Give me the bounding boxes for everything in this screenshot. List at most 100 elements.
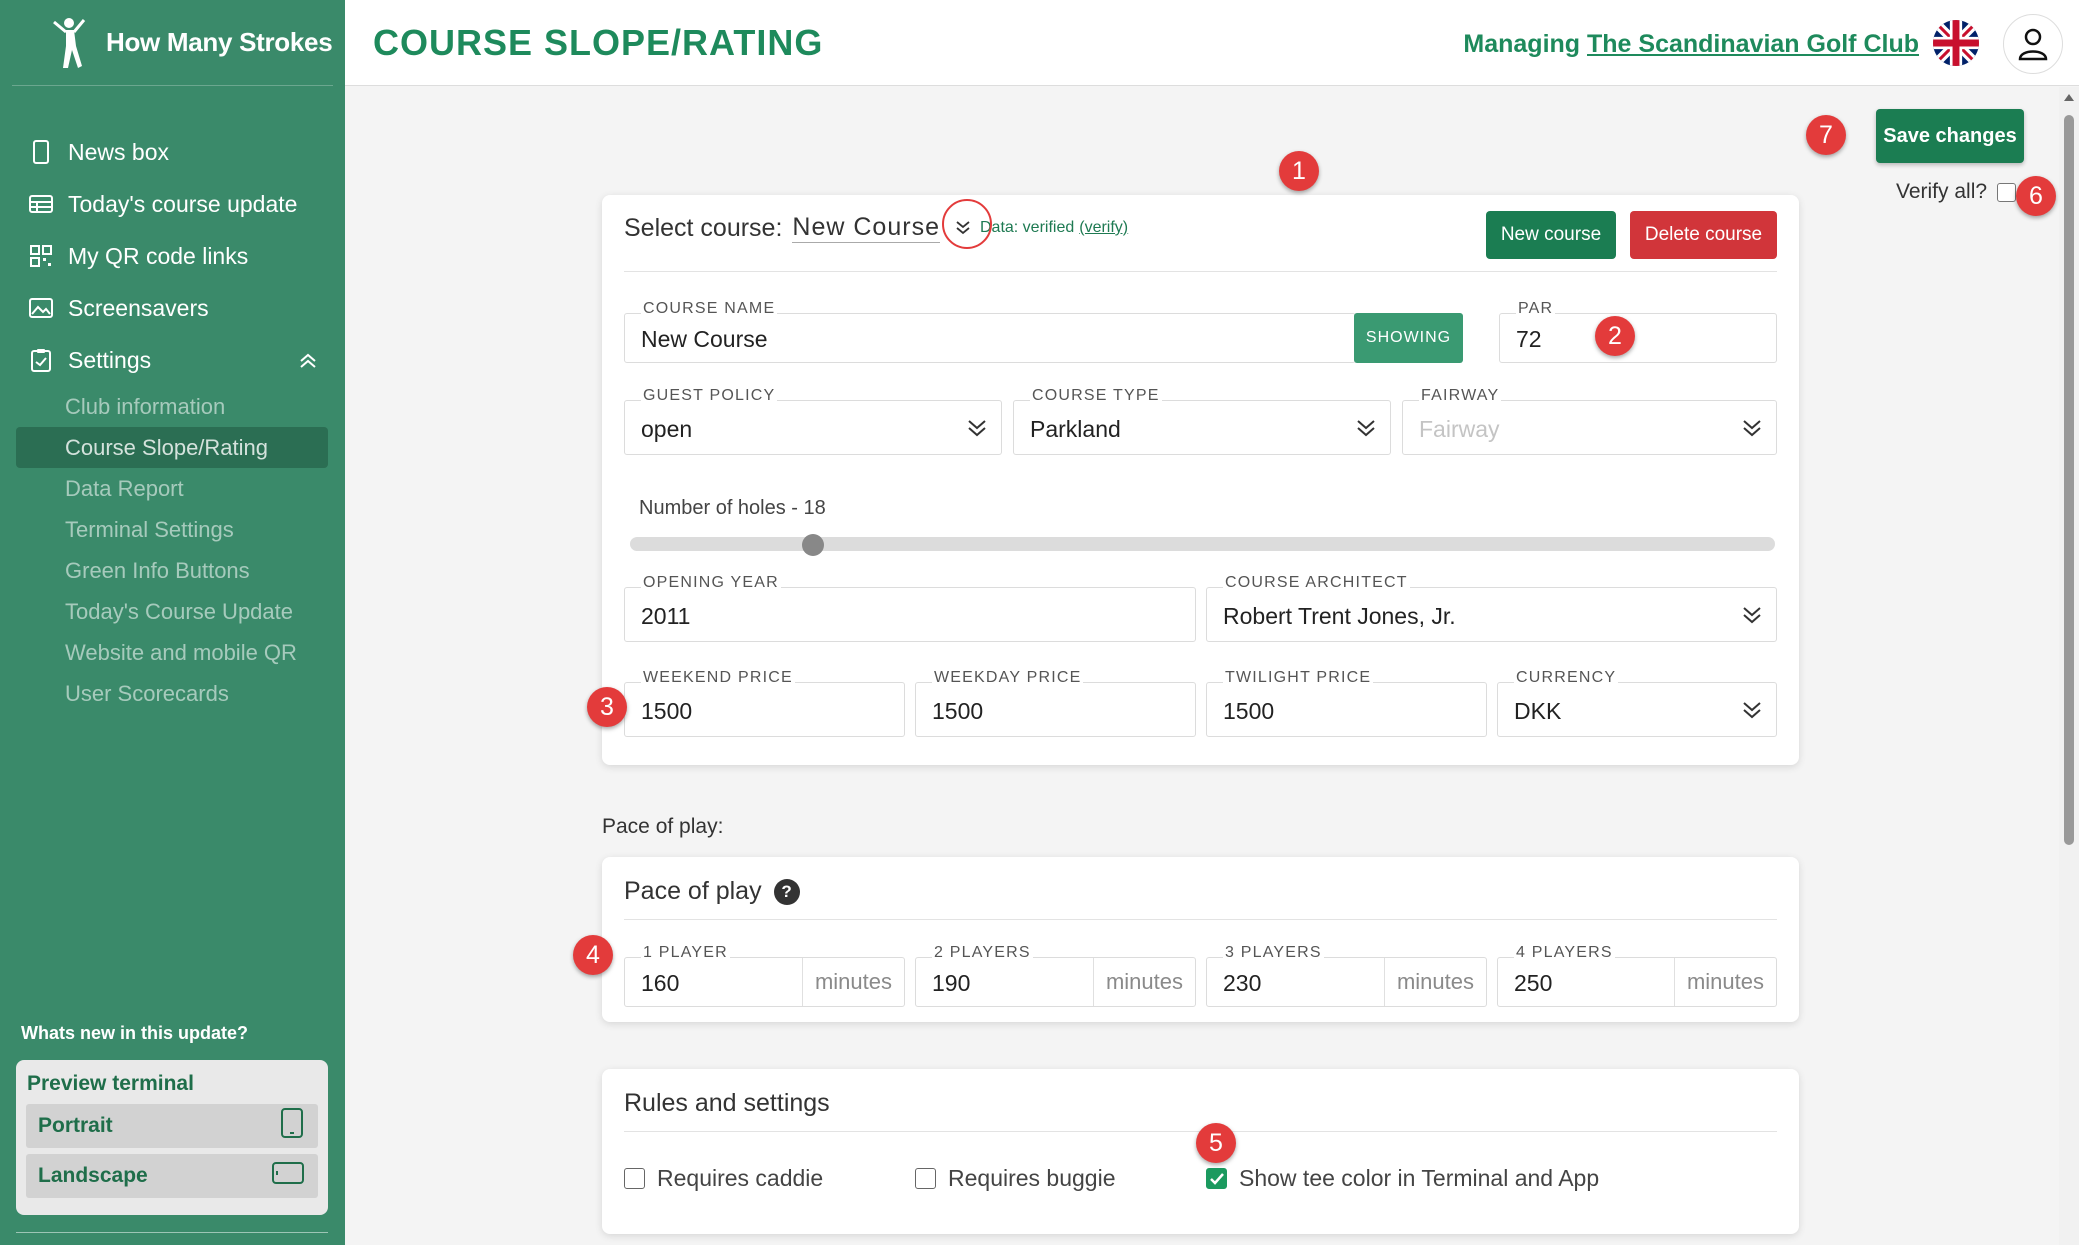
course-type-label: Course type <box>1030 387 1162 405</box>
show-tee-color-checkbox[interactable] <box>1206 1168 1227 1189</box>
brand[interactable]: How Many Strokes <box>12 0 333 86</box>
verify-link[interactable]: (verify) <box>1079 219 1128 236</box>
managing-prefix: Managing <box>1463 30 1581 58</box>
marker-7: 7 <box>1806 115 1846 155</box>
pace-3-players-label: 3 players <box>1223 944 1324 962</box>
sidebar-item-todays-course-update[interactable]: Today's course update <box>0 178 345 230</box>
weekend-price-field[interactable]: Weekend price 1500 <box>624 669 905 737</box>
requires-buggie-option[interactable]: Requires buggie <box>915 1165 1116 1192</box>
twilight-price-label: Twilight price <box>1223 669 1374 687</box>
sidebar-subitem-todays-course-update[interactable]: Today's Course Update <box>0 591 345 632</box>
course-type-select[interactable]: Course type Parkland <box>1013 387 1391 455</box>
guest-policy-select[interactable]: Guest policy open <box>624 387 1002 455</box>
sidebar-subitem-website-mobile-qr[interactable]: Website and mobile QR <box>0 632 345 673</box>
delete-course-button[interactable]: Delete course <box>1630 211 1777 259</box>
table-icon <box>28 191 54 217</box>
dropdown-chevron-icon <box>1356 418 1376 443</box>
showing-toggle-button[interactable]: SHOWING <box>1354 313 1463 363</box>
user-avatar-button[interactable] <box>2003 14 2063 74</box>
requires-buggie-checkbox[interactable] <box>915 1168 936 1189</box>
weekday-price-field[interactable]: Weekday price 1500 <box>915 669 1196 737</box>
save-changes-button[interactable]: Save changes <box>1876 109 2024 163</box>
weekday-price-label: Weekday price <box>932 669 1084 687</box>
par-field[interactable]: Par 72 <box>1499 300 1777 363</box>
sidebar-item-label: Screensavers <box>68 294 209 321</box>
weekend-price-label: Weekend price <box>641 669 795 687</box>
twilight-price-field[interactable]: Twilight price 1500 <box>1206 669 1487 737</box>
preview-landscape-label: Landscape <box>38 1164 148 1187</box>
course-name-field[interactable]: Course name New Course <box>624 300 1356 363</box>
card-divider <box>624 271 1777 272</box>
dropdown-chevron-icon <box>1742 700 1762 725</box>
whats-new-link[interactable]: Whats new in this update? <box>21 1023 248 1044</box>
pace-3-players-field[interactable]: 3 players 230 minutes <box>1206 944 1487 1007</box>
pace-1-player-field[interactable]: 1 player 160 minutes <box>624 944 905 1007</box>
sidebar-subitem-green-info-buttons[interactable]: Green Info Buttons <box>0 550 345 591</box>
requires-caddie-checkbox[interactable] <box>624 1168 645 1189</box>
sidebar-subitem-course-slope-rating[interactable]: Course Slope/Rating <box>16 427 328 468</box>
preview-landscape-button[interactable]: Landscape <box>26 1154 318 1198</box>
sidebar-subitem-club-information[interactable]: Club information <box>0 386 345 427</box>
club-link[interactable]: The Scandinavian Golf Club <box>1587 30 1919 58</box>
sidebar-divider <box>16 1232 328 1233</box>
golfer-logo-icon <box>53 17 86 68</box>
par-label: Par <box>1516 300 1556 318</box>
course-name-label: Course name <box>641 300 778 318</box>
scroll-up-arrow-icon[interactable] <box>2064 94 2074 101</box>
holes-slider-thumb[interactable] <box>802 534 824 556</box>
dropdown-chevron-icon <box>1742 605 1762 630</box>
pace-4-players-field[interactable]: 4 players 250 minutes <box>1497 944 1777 1007</box>
sidebar-item-qr-code-links[interactable]: My QR code links <box>0 230 345 282</box>
sidebar-item-settings[interactable]: Settings <box>0 334 345 386</box>
verify-all-checkbox[interactable] <box>1997 182 2017 202</box>
sidebar-item-screensavers[interactable]: Screensavers <box>0 282 345 334</box>
pace-of-play-caption: Pace of play: <box>602 815 724 838</box>
vertical-scrollbar[interactable] <box>2059 87 2079 1245</box>
sidebar-subitem-terminal-settings[interactable]: Terminal Settings <box>0 509 345 550</box>
qr-icon <box>28 243 54 269</box>
sidebar-item-label: Settings <box>68 346 152 373</box>
currency-label: Currency <box>1514 669 1619 687</box>
currency-select[interactable]: Currency DKK <box>1497 669 1777 737</box>
selected-course[interactable]: New Course <box>792 213 940 243</box>
sidebar-subitem-data-report[interactable]: Data Report <box>0 468 345 509</box>
marker-2: 2 <box>1595 316 1635 356</box>
weekend-price-value: 1500 <box>641 698 693 724</box>
requires-buggie-label: Requires buggie <box>948 1165 1116 1191</box>
number-of-holes-label: Number of holes - 18 <box>639 497 826 519</box>
card-divider <box>624 919 1777 920</box>
show-tee-color-option[interactable]: Show tee color in Terminal and App <box>1206 1165 1599 1192</box>
checkmark-icon <box>1209 1172 1224 1185</box>
header: COURSE SLOPE/RATING Managing The Scandin… <box>345 0 2079 86</box>
clipboard-icon <box>28 347 54 373</box>
opening-year-field[interactable]: Opening year 2011 <box>624 574 1196 642</box>
highlight-ring <box>942 199 992 249</box>
opening-year-label: Opening year <box>641 574 781 592</box>
main-content: Save changes 7 Verify all? 6 1 Select co… <box>345 87 2079 1245</box>
uk-flag-icon[interactable] <box>1933 20 1979 66</box>
pace-of-play-card: Pace of play ? 1 player 160 minutes 2 pl… <box>602 857 1799 1022</box>
help-icon[interactable]: ? <box>773 878 800 905</box>
sidebar-item-label: Today's course update <box>68 190 298 217</box>
verify-all-label: Verify all? <box>1896 180 1988 203</box>
requires-caddie-option[interactable]: Requires caddie <box>624 1165 823 1192</box>
pace-of-play-title-text: Pace of play <box>624 877 762 905</box>
course-architect-select[interactable]: Course architect Robert Trent Jones, Jr. <box>1206 574 1777 642</box>
minutes-unit: minutes <box>1673 958 1776 1006</box>
scrollbar-thumb[interactable] <box>2064 115 2074 845</box>
user-icon <box>2018 28 2048 61</box>
preview-portrait-button[interactable]: Portrait <box>26 1104 318 1148</box>
verify-all[interactable]: Verify all? <box>1896 180 2017 204</box>
guest-policy-value: open <box>641 416 693 442</box>
sidebar-subitem-user-scorecards[interactable]: User Scorecards <box>0 673 345 714</box>
opening-year-value: 2011 <box>641 603 691 629</box>
course-details-card: Select course: New Course Data: verified… <box>602 195 1799 765</box>
currency-value: DKK <box>1514 698 1562 724</box>
pace-2-players-field[interactable]: 2 players 190 minutes <box>915 944 1196 1007</box>
fairway-select[interactable]: Fairway Fairway <box>1402 387 1777 455</box>
course-architect-value: Robert Trent Jones, Jr. <box>1223 603 1456 629</box>
minutes-unit: minutes <box>801 958 904 1006</box>
pace-2-players-value: 190 <box>932 970 971 996</box>
new-course-button[interactable]: New course <box>1486 211 1616 259</box>
sidebar-item-news-box[interactable]: News box <box>0 126 345 178</box>
